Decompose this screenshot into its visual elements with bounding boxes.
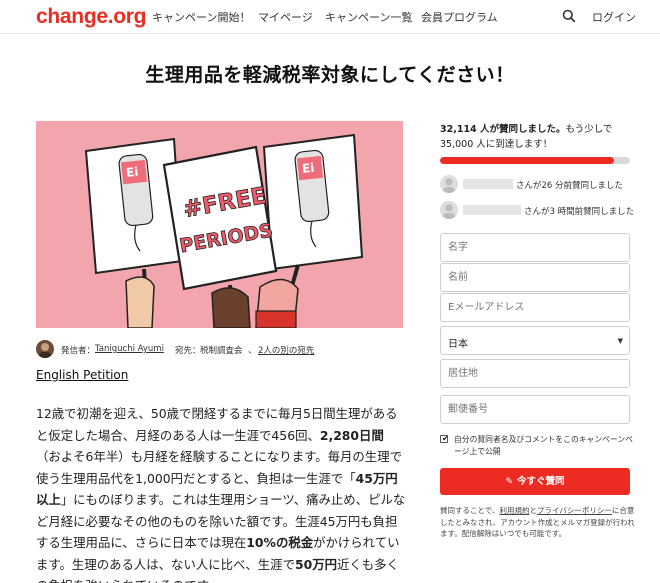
left-sign: Ei [84, 137, 184, 275]
recent-signer: さんが26 分前賛同しました [440, 175, 640, 193]
zip-input[interactable] [440, 395, 630, 424]
recipient-prefix: 宛先： [175, 346, 201, 356]
left-sign-text: Ei [125, 165, 139, 180]
right-sign: Ei [262, 133, 364, 271]
first-name-input[interactable] [440, 263, 630, 292]
sign-button-label: 今すぐ賛同 [517, 476, 565, 487]
left-hand [125, 276, 155, 328]
sign-now-button[interactable]: ✎ 今すぐ賛同 [440, 468, 630, 495]
recipient-name: 税制調査会 [200, 346, 243, 356]
dropdown-caret-icon: ▼ [617, 337, 623, 345]
checkmark-icon: ✔ [442, 434, 449, 443]
desc-bold: 2,280日間 [319, 427, 384, 443]
desc-text: （およそ6年半）も月経を経験することになります。毎月の生理で使う生理用品代を1,… [36, 449, 402, 486]
signature-count: 32,114 [440, 124, 477, 135]
signer-avatar [440, 201, 458, 219]
search-icon[interactable] [562, 9, 576, 23]
last-name-input[interactable] [440, 233, 630, 262]
right-sign-text: Ei [301, 161, 315, 176]
signature-count-suffix: 人が賛同しました。 [476, 124, 566, 135]
terms-text: と [529, 506, 537, 515]
english-petition-link[interactable]: English Petition [36, 368, 128, 382]
petition-author-row: 発信者： Taniguchi Ayumi 宛先： 税制調査会 、 2人の別の宛先 [36, 340, 403, 360]
petition-title: 生理用品を軽減税率対象にしてください！ [145, 64, 515, 86]
nav-start-campaign[interactable]: キャンペーン開始！ [152, 9, 250, 25]
signer-time: さんが26 分前賛同しました [516, 181, 624, 191]
nav-campaign-list[interactable]: キャンペーン一覧 [325, 9, 412, 25]
nav-member-program[interactable]: 会員プログラム [421, 9, 498, 25]
signer-time: さんが3 時間前賛同しました [524, 207, 635, 217]
signer-name-blurred [463, 179, 513, 189]
center-hand [211, 287, 251, 328]
publish-name-label: 自分の賛同者名及びコメントをこのキャンペーンページ上で公開 [454, 435, 633, 456]
signature-progress-bar [440, 157, 630, 164]
desc-bold: 50万円 [294, 556, 337, 572]
publish-name-checkbox[interactable]: ✔ [440, 434, 449, 443]
recent-signer: さんが3 時間前賛同しました [440, 201, 640, 219]
signature-goal: 35,000 [440, 139, 474, 150]
supporter-count: 32,114 人が賛同しました。もう少しで 35,000 人に到達します！ [440, 122, 635, 152]
terms-of-use-link[interactable]: 利用規約 [499, 506, 529, 515]
change-org-logo[interactable]: change.org [36, 5, 146, 29]
nav-my-page[interactable]: マイページ [258, 9, 313, 25]
other-recipients-link[interactable]: 2人の別の宛先 [258, 344, 314, 356]
country-selected-value: 日本 [448, 339, 468, 350]
country-select[interactable]: 日本 ▼ [440, 326, 630, 355]
petition-description: 12歳で初潮を迎え、50歳で閉経するまでに毎月5日間生理があると仮定した場合、月… [36, 403, 408, 583]
free-periods-illustration: Ei Ei #FREE PERIODS [84, 133, 364, 328]
top-navigation-bar: change.org キャンペーン開始！ マイページ キャンペーン一覧 会員プロ… [0, 0, 660, 34]
center-sign: #FREE PERIODS [162, 145, 278, 291]
login-link[interactable]: ログイン [592, 9, 636, 25]
progress-fill [440, 157, 615, 164]
terms-text: 賛同することで、 [440, 506, 500, 515]
recipient-separator: 、 [248, 346, 257, 356]
terms-notice: 賛同することで、利用規約とプライバシーポリシーに合意したとみなされ、アカウント作… [440, 505, 640, 540]
signature-more-text: もう少しで [565, 124, 613, 135]
signature-goal-suffix: 人に到達します！ [473, 139, 553, 150]
pen-icon: ✎ [505, 477, 514, 487]
signer-avatar [440, 175, 458, 193]
author-name-link[interactable]: Taniguchi Ayumi [95, 344, 164, 354]
email-input[interactable] [440, 293, 630, 322]
author-avatar[interactable] [36, 340, 54, 358]
signer-name-blurred [463, 205, 521, 215]
desc-bold: 10%の税金 [246, 535, 314, 550]
author-prefix: 発信者： [61, 346, 96, 356]
privacy-policy-link[interactable]: プライバシーポリシー [537, 506, 612, 515]
petition-hero-image: Ei Ei #FREE PERIODS [36, 121, 403, 328]
city-input[interactable] [440, 359, 630, 388]
